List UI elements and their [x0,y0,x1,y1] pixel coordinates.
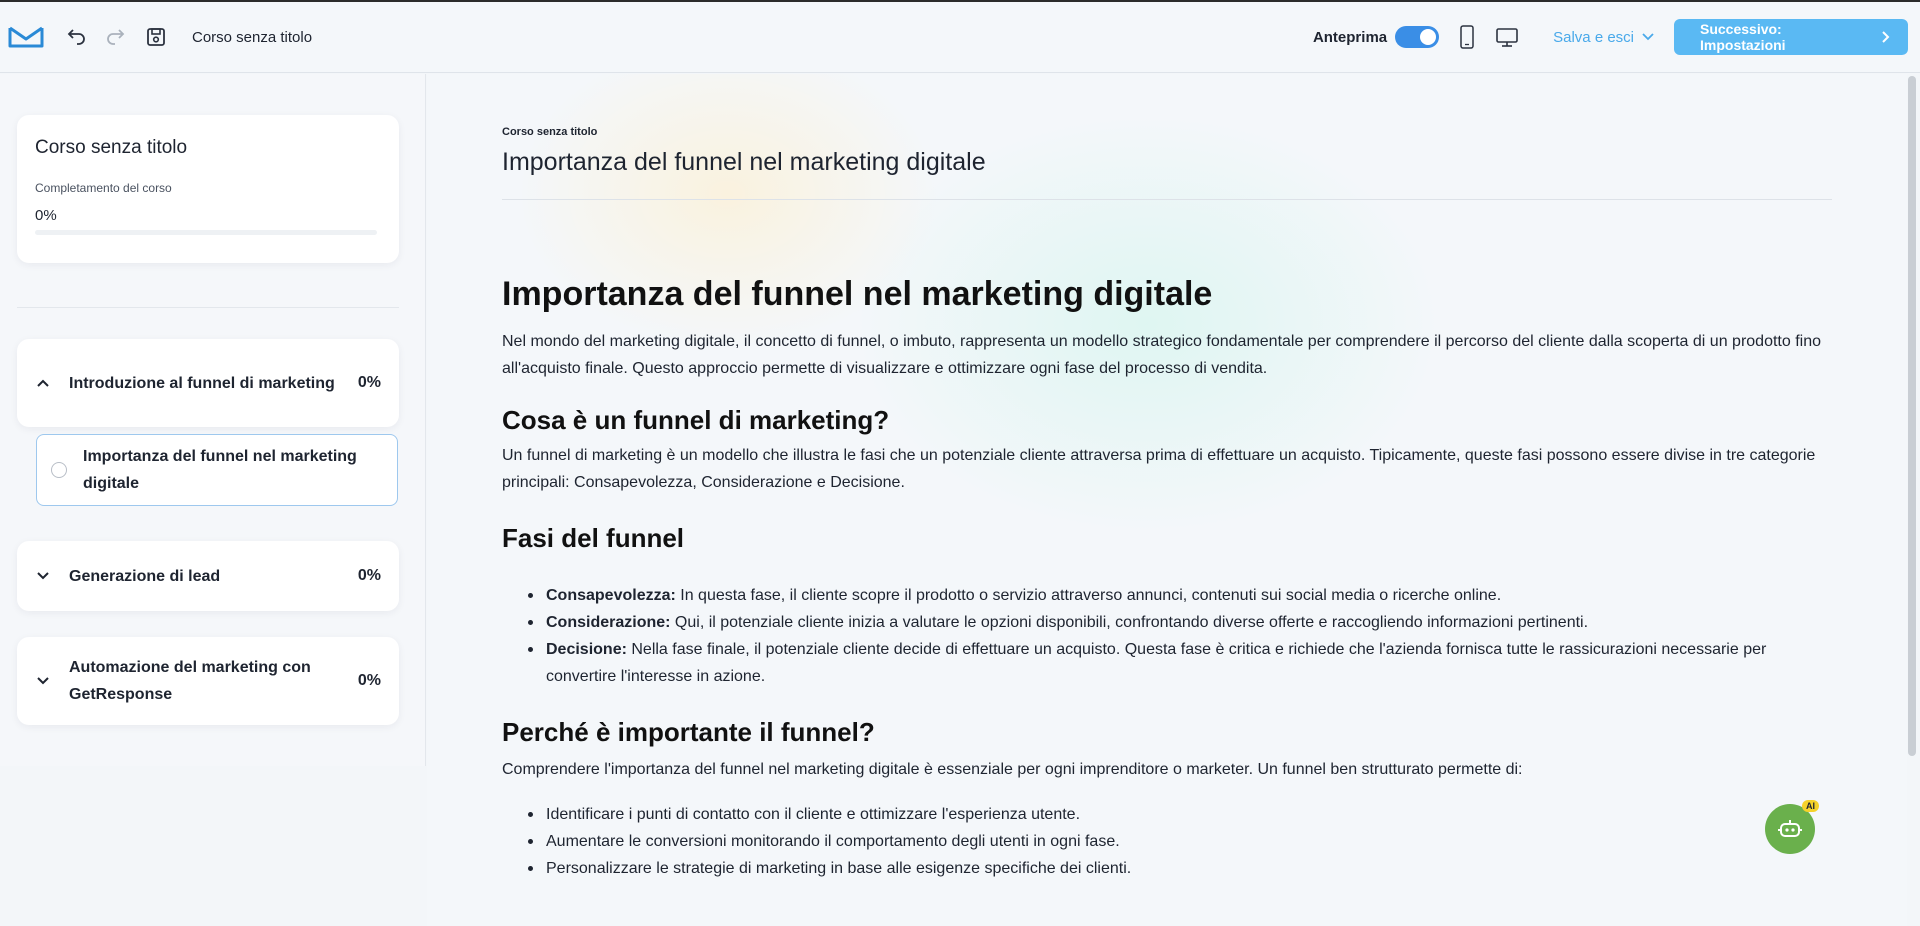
lesson-content-area: Corso senza titolo Importanza del funnel… [427,74,1907,926]
what-is-funnel-paragraph: Un funnel di marketing è un modello che … [502,447,1816,491]
article-title: Importanza del funnel nel marketing digi… [502,275,1213,313]
lesson-title: Importanza del funnel nel marketing digi… [83,448,357,492]
sidebar-divider [17,307,399,308]
ai-assistant-button[interactable]: AI [1765,800,1819,854]
ai-badge: AI [1802,800,1819,812]
list-item: Consapevolezza: In questa fase, il clien… [528,582,1832,609]
benefits-list: Identificare i punti di contatto con il … [528,801,1832,882]
section-title: Automazione del marketing con GetRespons… [69,659,311,703]
section-percent: 0% [357,374,381,391]
list-item: Decisione: Nella fase finale, il potenzi… [528,636,1832,690]
lesson-heading: Importanza del funnel nel marketing digi… [502,148,986,176]
list-item: Identificare i punti di contatto con il … [528,801,1832,828]
save-and-exit-button[interactable]: Salva e esci [1553,29,1654,46]
page-scrollbar[interactable] [1908,76,1916,756]
redo-icon[interactable] [102,23,130,51]
list-item: Personalizzare le strategie di marketing… [528,855,1832,882]
chevron-down-icon [1642,33,1654,41]
phase-term: Considerazione: [546,614,671,631]
section-percent: 0% [357,672,381,689]
lesson-content: Corso senza titolo Importanza del funnel… [502,126,1832,882]
breadcrumb: Corso senza titolo [502,126,598,138]
top-bar: Corso senza titolo Anteprima Salva e esc… [0,0,1920,73]
document-title[interactable]: Corso senza titolo [192,29,312,46]
top-bar-left: Corso senza titolo [0,2,312,72]
lesson-importanza-funnel[interactable]: Importanza del funnel nel marketing digi… [36,434,398,506]
heading-funnel-phases: Fasi del funnel [502,523,685,553]
next-settings-button[interactable]: Successivo: Impostazioni [1674,19,1908,55]
phase-term: Consapevolezza: [546,587,676,604]
robot-icon [1777,818,1803,840]
undo-icon[interactable] [62,23,90,51]
section-title: Introduzione al funnel di marketing [69,374,335,392]
toggle-knob [1420,29,1437,45]
section-generazione-lead[interactable]: Generazione di lead 0% [17,541,399,611]
save-and-exit-label: Salva e esci [1553,28,1634,46]
chevron-up-icon [37,379,57,387]
heading-why-important: Perché è importante il funnel? [502,717,875,747]
completion-progress-bar [35,230,377,235]
save-icon[interactable] [142,23,170,51]
header-divider [502,199,1832,200]
section-automazione-marketing[interactable]: Automazione del marketing con GetRespons… [17,637,399,725]
mobile-icon[interactable] [1453,23,1481,51]
desktop-icon[interactable] [1493,23,1521,51]
next-button-label: Successivo: Impostazioni [1700,21,1786,53]
heading-what-is-funnel: Cosa è un funnel di marketing? [502,405,890,435]
preview-label: Anteprima [1312,28,1388,46]
chevron-right-icon [1882,31,1890,43]
course-sidebar: Corso senza titolo Completamento del cor… [0,74,426,766]
section-title: Generazione di lead [69,567,221,585]
course-summary-card: Corso senza titolo Completamento del cor… [17,115,399,263]
phase-text: Qui, il potenziale cliente inizia a valu… [670,614,1589,631]
phase-term: Decisione: [546,641,627,658]
top-bar-right: Anteprima Salva e esci Successivo: Impos… [1313,2,1920,72]
course-title: Corso senza titolo [35,137,188,158]
phases-list: Consapevolezza: In questa fase, il clien… [528,582,1832,690]
phase-text: In questa fase, il cliente scopre il pro… [675,587,1502,604]
section-introduzione[interactable]: Introduzione al funnel di marketing 0% [17,339,399,427]
intro-paragraph: Nel mondo del marketing digitale, il con… [502,333,1821,377]
list-item: Considerazione: Qui, il potenziale clien… [528,609,1832,636]
chevron-down-icon [37,572,57,580]
lesson-status-radio [51,462,67,478]
preview-toggle[interactable] [1395,26,1440,48]
logo-envelope-icon[interactable] [8,25,44,49]
completion-value: 0% [35,207,57,224]
list-item: Aumentare le conversioni monitorando il … [528,828,1832,855]
why-important-paragraph: Comprendere l'importanza del funnel nel … [502,761,1523,778]
chevron-down-icon [37,677,57,685]
section-percent: 0% [357,567,381,584]
completion-label: Completamento del corso [35,181,172,195]
phase-text: Nella fase finale, il potenziale cliente… [546,641,1767,685]
